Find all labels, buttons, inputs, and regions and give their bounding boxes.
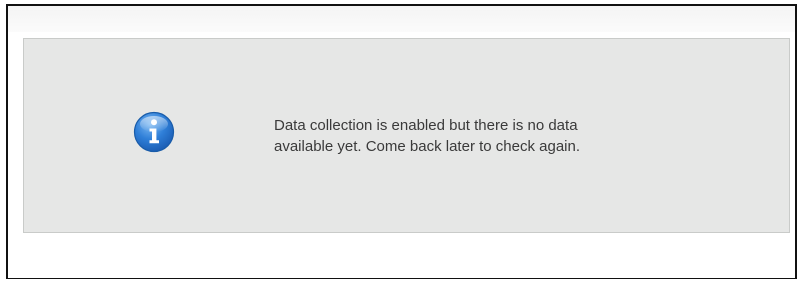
info-message: Data collection is enabled but there is … <box>274 115 694 157</box>
top-strip <box>8 6 795 32</box>
content-frame: Data collection is enabled but there is … <box>6 4 797 279</box>
info-icon <box>132 110 176 154</box>
info-message-line-2: available yet. Come back later to check … <box>274 138 580 155</box>
info-message-line-1: Data collection is enabled but there is … <box>274 117 578 134</box>
info-panel: Data collection is enabled but there is … <box>23 38 790 233</box>
